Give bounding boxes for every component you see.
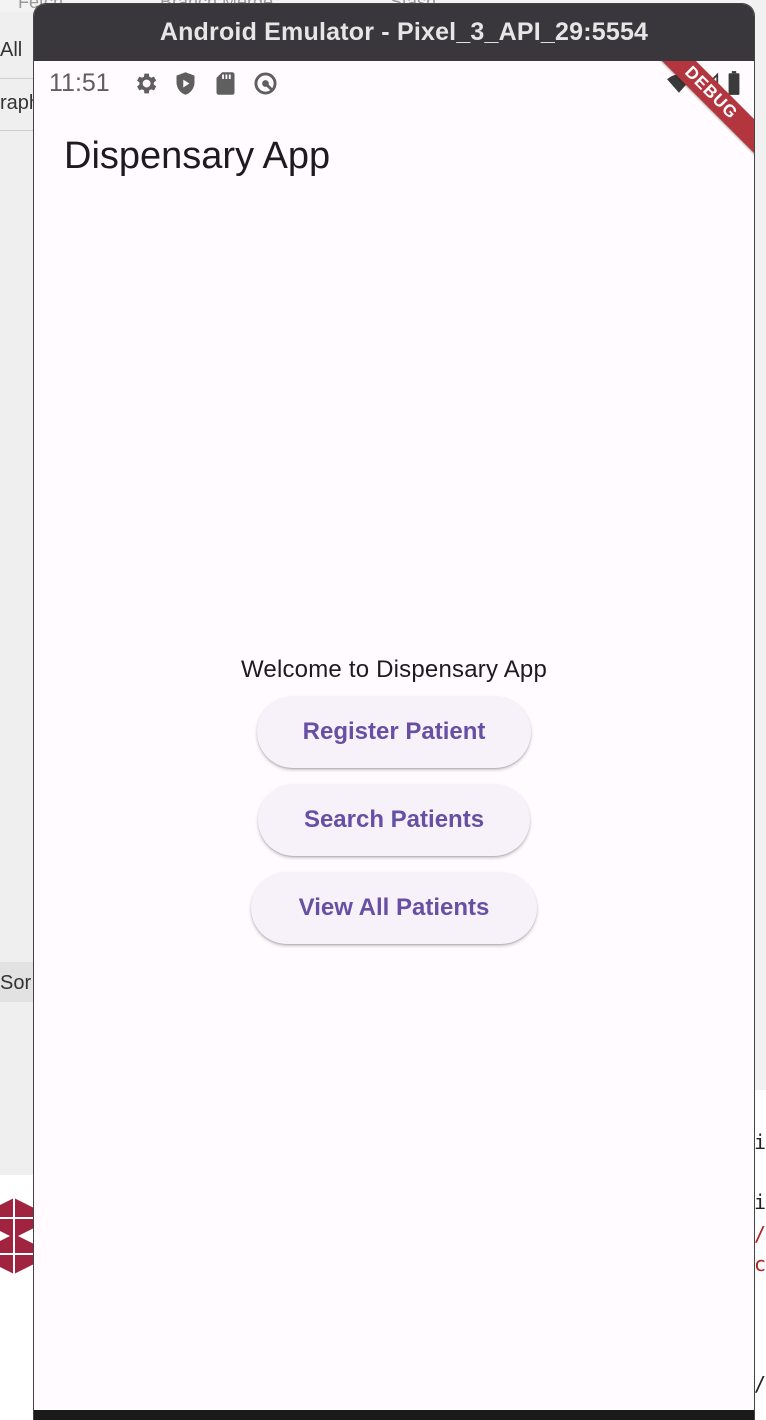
emulator-bottom-edge <box>34 1410 754 1420</box>
background-divider <box>0 130 36 131</box>
status-bar: 11:51 <box>34 61 754 107</box>
background-logo-icon <box>0 1198 34 1274</box>
battery-icon <box>728 71 740 95</box>
sync-icon <box>254 72 277 95</box>
status-notification-icons <box>132 70 279 98</box>
background-code-fragment: / <box>754 1222 766 1246</box>
view-all-patients-button[interactable]: View All Patients <box>251 872 537 944</box>
emulator-titlebar[interactable]: Android Emulator - Pixel_3_API_29:5554 <box>34 4 754 61</box>
background-code-fragment: i <box>754 1130 766 1154</box>
background-fragment: Sor <box>0 972 32 994</box>
background-right-panel: i i / c / <box>752 0 766 1420</box>
welcome-text: Welcome to Dispensary App <box>240 656 548 683</box>
background-fragment: raph <box>0 92 36 114</box>
emulator-title: Android Emulator - Pixel_3_API_29:5554 <box>159 18 649 46</box>
background-divider <box>0 78 36 79</box>
status-time: 11:51 <box>49 69 110 97</box>
emulator-window: Android Emulator - Pixel_3_API_29:5554 1… <box>34 4 754 1420</box>
phone-screen: 11:51 DEBUG Dispensary App Welcome to Di… <box>34 61 754 1410</box>
shield-play-icon <box>176 72 195 95</box>
register-patient-button[interactable]: Register Patient <box>257 696 531 768</box>
search-patients-button[interactable]: Search Patients <box>258 784 530 856</box>
sd-card-icon <box>216 72 235 95</box>
background-code-fragment: / <box>754 1372 766 1396</box>
background-left-panel: All raph Sor <box>0 12 36 1420</box>
background-fragment: All <box>0 39 23 61</box>
background-code-fragment: i <box>754 1190 766 1214</box>
gear-icon <box>137 73 157 94</box>
app-bar: Dispensary App <box>34 107 754 207</box>
home-content: Welcome to Dispensary App Register Patie… <box>34 656 754 960</box>
page-title: Dispensary App <box>64 135 331 177</box>
background-code-fragment: c <box>754 1252 766 1276</box>
